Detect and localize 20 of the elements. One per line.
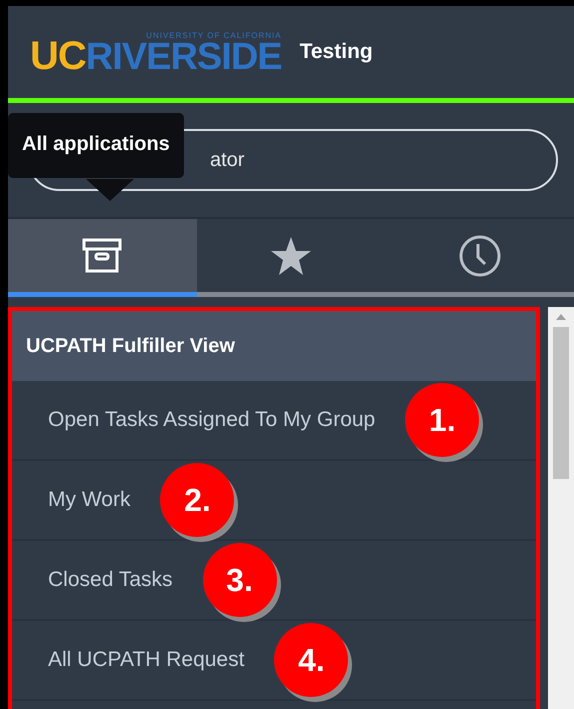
nav-tab[interactable]: [8, 219, 197, 297]
star-icon: [270, 236, 312, 276]
clock-icon: [458, 234, 501, 276]
callout-number: 3.: [202, 543, 277, 617]
callout-number: 1.: [405, 383, 480, 457]
menu-item[interactable]: My Work: [48, 488, 130, 512]
callout-number: 2.: [160, 463, 234, 537]
callout-number: 4.: [274, 623, 348, 697]
menu-section-title[interactable]: UCPATH Fulfiller View: [12, 311, 536, 381]
menu-item[interactable]: Open Tasks Assigned To My Group: [48, 408, 376, 432]
menu-item[interactable]: All UCPATH Request: [48, 648, 244, 672]
menu-item[interactable]: Closed Tasks: [48, 568, 173, 592]
logo-text: UC: [30, 38, 86, 74]
tooltip: All applications: [8, 113, 184, 178]
scrollbar[interactable]: [548, 307, 574, 709]
archive-icon: [82, 238, 122, 274]
scrollbar-thumb[interactable]: [553, 327, 569, 479]
logo-tagline: UNIVERSITY OF CALIFORNIA: [146, 30, 282, 40]
logo-text: RIVERSIDE: [86, 40, 282, 74]
instance-name: Testing: [300, 40, 373, 64]
